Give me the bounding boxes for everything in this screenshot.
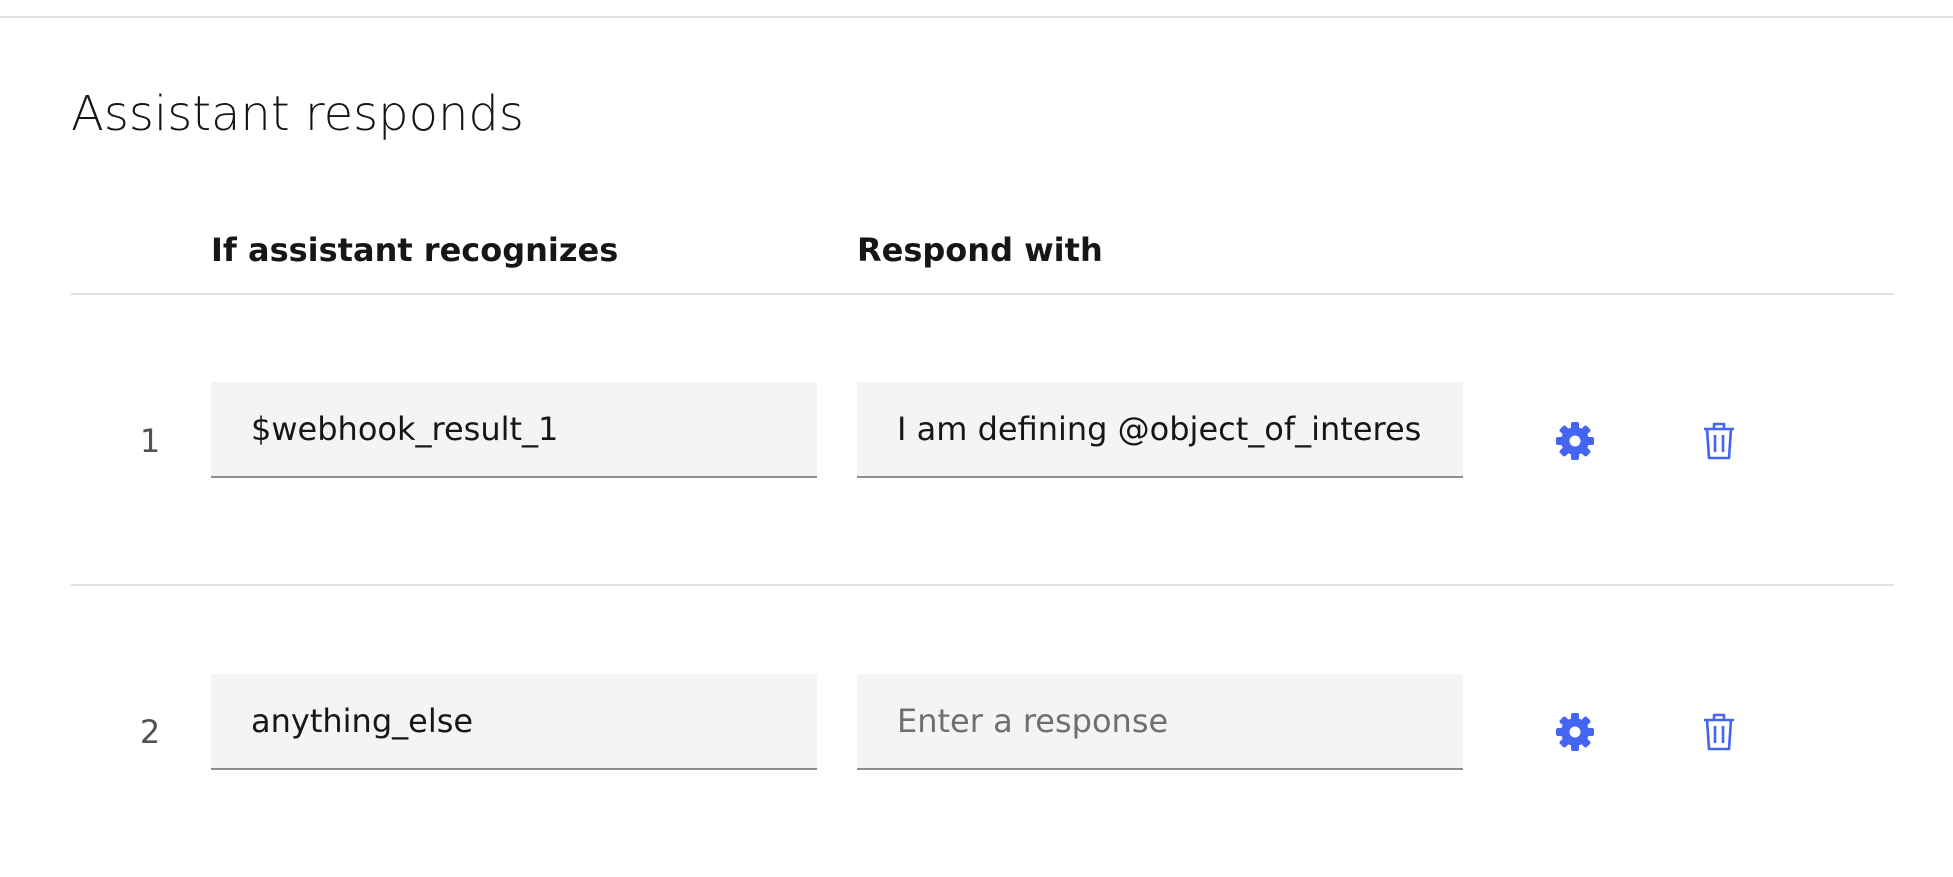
trash-icon xyxy=(1702,712,1736,752)
response-input[interactable] xyxy=(857,382,1463,478)
settings-button[interactable] xyxy=(1547,413,1603,469)
trash-icon xyxy=(1702,421,1736,461)
settings-button[interactable] xyxy=(1547,704,1603,760)
row-number: 1 xyxy=(139,422,161,460)
condition-input[interactable] xyxy=(211,674,817,770)
top-divider xyxy=(0,16,1953,18)
row-number: 2 xyxy=(139,713,161,751)
section-title: Assistant responds xyxy=(71,86,524,142)
header-divider xyxy=(71,293,1894,295)
row-divider xyxy=(71,584,1894,586)
response-input[interactable] xyxy=(857,674,1463,770)
column-header-condition: If assistant recognizes xyxy=(211,231,619,269)
gear-icon xyxy=(1554,420,1596,462)
column-header-response: Respond with xyxy=(857,231,1103,269)
delete-button[interactable] xyxy=(1691,704,1747,760)
condition-input[interactable] xyxy=(211,382,817,478)
delete-button[interactable] xyxy=(1691,413,1747,469)
gear-icon xyxy=(1554,711,1596,753)
